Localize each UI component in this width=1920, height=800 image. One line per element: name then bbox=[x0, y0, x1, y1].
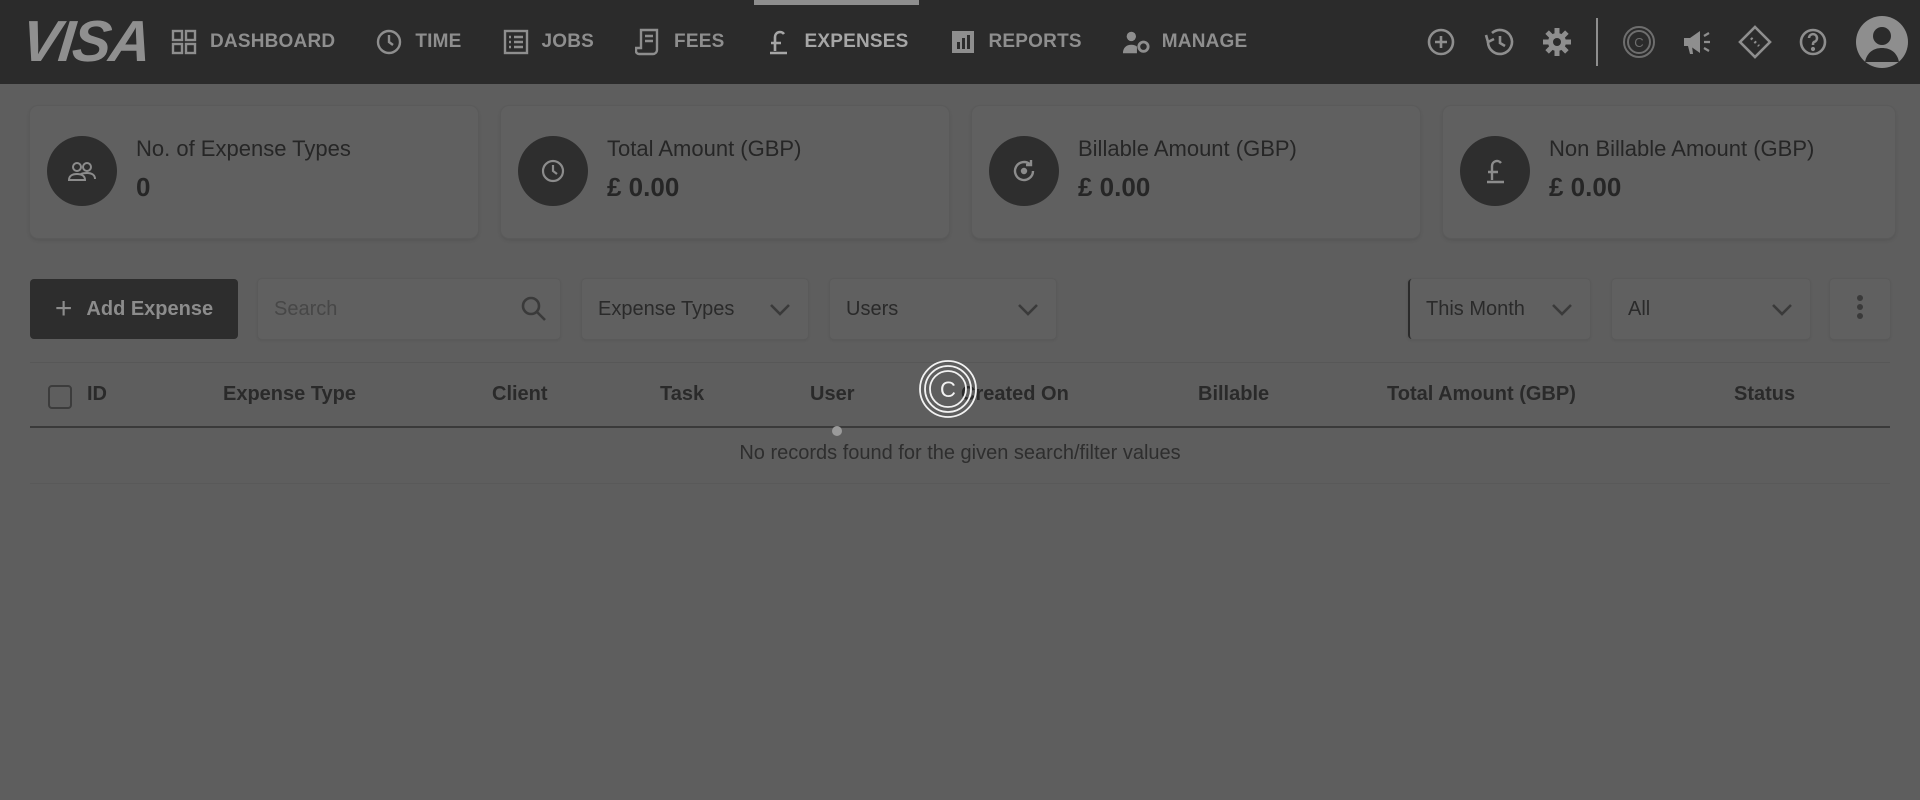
stat-value: £ 0.00 bbox=[607, 172, 680, 202]
column-header-total-amount[interactable]: Total Amount (GBP) bbox=[1387, 383, 1576, 406]
clock-icon bbox=[518, 136, 588, 206]
utility-toolbar: C bbox=[1412, 0, 1920, 84]
period-value: This Month bbox=[1426, 297, 1525, 320]
stat-card-expense-types: No. of Expense Types 0 bbox=[30, 106, 478, 238]
nav-reports-label: REPORTS bbox=[988, 31, 1082, 52]
list-icon bbox=[502, 28, 530, 56]
stat-label: No. of Expense Types bbox=[136, 136, 351, 161]
brand-logo[interactable]: VISA bbox=[19, 9, 153, 74]
pound-icon bbox=[1460, 136, 1530, 206]
column-header-status[interactable]: Status bbox=[1734, 383, 1795, 406]
settings-gear-icon[interactable] bbox=[1528, 0, 1586, 84]
group-icon bbox=[47, 136, 117, 206]
nav-expenses[interactable]: EXPENSES bbox=[754, 0, 928, 84]
dashboard-grid-icon bbox=[170, 28, 198, 56]
add-expense-label: Add Expense bbox=[86, 297, 214, 320]
user-gear-icon bbox=[1122, 28, 1150, 56]
column-header-expense-type[interactable]: Expense Type bbox=[223, 383, 356, 406]
loading-dot bbox=[832, 426, 842, 436]
nav-dashboard-label: DASHBOARD bbox=[210, 31, 336, 52]
nav-reports[interactable]: REPORTS bbox=[949, 0, 1102, 84]
column-header-billable[interactable]: Billable bbox=[1198, 383, 1269, 406]
empty-state-row: No records found for the given search/fi… bbox=[30, 428, 1890, 484]
search-icon[interactable] bbox=[520, 295, 548, 329]
nav-fees-label: FEES bbox=[674, 31, 725, 52]
period-select[interactable]: This Month bbox=[1408, 279, 1590, 339]
users-select[interactable]: Users bbox=[830, 279, 1056, 339]
help-icon[interactable] bbox=[1784, 0, 1842, 84]
nav-time-label: TIME bbox=[415, 31, 462, 52]
stat-label: Non Billable Amount (GBP) bbox=[1549, 136, 1815, 161]
ticket-icon[interactable] bbox=[1726, 0, 1784, 84]
plus-icon: + bbox=[54, 292, 73, 325]
nav-manage-label: MANAGE bbox=[1161, 31, 1248, 52]
status-value: All bbox=[1628, 297, 1651, 320]
pound-icon bbox=[764, 28, 792, 56]
expense-types-select[interactable]: Expense Types bbox=[582, 279, 808, 339]
history-icon[interactable] bbox=[1470, 0, 1528, 84]
nav-expenses-label: EXPENSES bbox=[804, 31, 909, 52]
column-header-user[interactable]: User bbox=[810, 383, 854, 406]
nav-jobs-label: JOBS bbox=[541, 31, 595, 52]
chevron-down-icon bbox=[1550, 297, 1574, 327]
nav-time[interactable]: TIME bbox=[375, 0, 481, 84]
bar-chart-icon bbox=[949, 28, 977, 56]
summary-cards: No. of Expense Types 0 Total Amount (GBP… bbox=[30, 106, 1895, 238]
main-nav: DASHBOARD TIME JOBS FEES EXPENSES REPORT… bbox=[170, 0, 1287, 84]
users-value: Users bbox=[846, 297, 899, 320]
column-header-id[interactable]: ID bbox=[87, 383, 107, 406]
c-logo-icon[interactable]: C bbox=[1610, 0, 1668, 84]
megaphone-icon[interactable] bbox=[1668, 0, 1726, 84]
column-header-task[interactable]: Task bbox=[660, 383, 704, 406]
stat-label: Total Amount (GBP) bbox=[607, 136, 802, 161]
add-expense-button[interactable]: + Add Expense bbox=[30, 279, 238, 339]
status-select[interactable]: All bbox=[1612, 279, 1810, 339]
nav-dashboard[interactable]: DASHBOARD bbox=[170, 0, 355, 84]
more-options-button[interactable] bbox=[1830, 279, 1890, 339]
nav-manage[interactable]: MANAGE bbox=[1122, 0, 1268, 84]
search-box bbox=[258, 279, 560, 339]
nav-jobs[interactable]: JOBS bbox=[502, 0, 615, 84]
add-circle-icon[interactable] bbox=[1412, 0, 1470, 84]
search-input[interactable] bbox=[274, 297, 514, 321]
toolbar-divider bbox=[1596, 18, 1598, 66]
user-avatar[interactable] bbox=[1856, 16, 1908, 68]
chevron-down-icon bbox=[768, 297, 792, 327]
select-all-checkbox[interactable] bbox=[48, 385, 72, 409]
stat-card-billable-amount: Billable Amount (GBP) £ 0.00 bbox=[972, 106, 1420, 238]
chevron-down-icon bbox=[1770, 297, 1794, 327]
stat-label: Billable Amount (GBP) bbox=[1078, 136, 1297, 161]
stat-value: 0 bbox=[136, 172, 151, 202]
stat-value: £ 0.00 bbox=[1549, 172, 1622, 202]
loader-glyph: C bbox=[940, 377, 956, 402]
chevron-down-icon bbox=[1016, 297, 1040, 327]
more-vertical-icon bbox=[1856, 294, 1864, 325]
nav-fees[interactable]: FEES bbox=[634, 0, 744, 84]
stat-card-total-amount: Total Amount (GBP) £ 0.00 bbox=[501, 106, 949, 238]
stat-value: £ 0.00 bbox=[1078, 172, 1151, 202]
refresh-icon bbox=[989, 136, 1059, 206]
expense-types-value: Expense Types bbox=[598, 297, 735, 320]
column-header-client[interactable]: Client bbox=[492, 383, 548, 406]
loading-spinner: C bbox=[918, 359, 978, 419]
clock-icon bbox=[375, 28, 403, 56]
stat-card-non-billable-amount: Non Billable Amount (GBP) £ 0.00 bbox=[1443, 106, 1895, 238]
top-navigation-bar: VISA DASHBOARD TIME JOBS FEES EXPENSES R… bbox=[0, 0, 1920, 84]
svg-text:C: C bbox=[1634, 35, 1643, 50]
empty-state-message: No records found for the given search/fi… bbox=[739, 442, 1181, 464]
receipt-icon bbox=[634, 28, 662, 56]
